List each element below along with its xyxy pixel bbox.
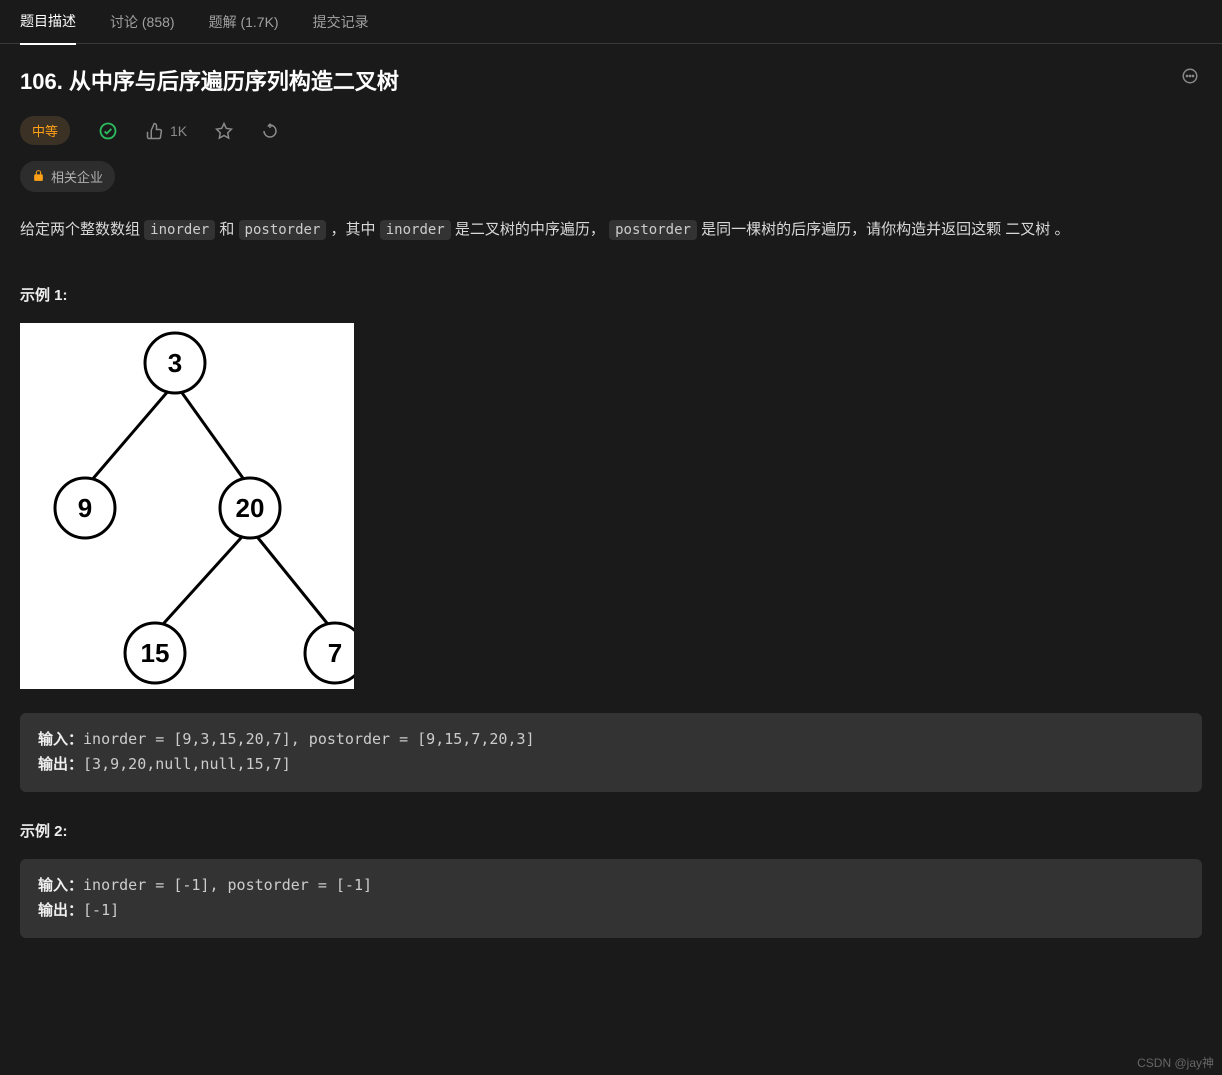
tree-diagram: 3 9 20 15 7 [20, 323, 354, 689]
tab-submissions[interactable]: 提交记录 [313, 0, 369, 44]
svg-text:9: 9 [78, 493, 92, 523]
svg-text:3: 3 [168, 348, 182, 378]
related-companies-label: 相关企业 [51, 167, 103, 186]
problem-content: 106. 从中序与后序遍历序列构造二叉树 中等 1K 相关企业 给定两个整数数组… [0, 44, 1222, 986]
lock-icon [32, 169, 45, 185]
tab-discussion[interactable]: 讨论 (858) [110, 0, 175, 44]
related-companies-button[interactable]: 相关企业 [20, 161, 115, 192]
share-button[interactable] [261, 122, 279, 140]
tab-solutions[interactable]: 题解 (1.7K) [209, 0, 279, 44]
code-inorder2: inorder [380, 220, 451, 240]
code-postorder2: postorder [609, 220, 697, 240]
more-icon[interactable] [1178, 64, 1202, 88]
like-count: 1K [170, 123, 187, 139]
problem-title: 106. 从中序与后序遍历序列构造二叉树 [20, 64, 399, 96]
like-button[interactable]: 1K [146, 122, 187, 140]
svg-text:15: 15 [141, 638, 170, 668]
svg-text:20: 20 [236, 493, 265, 523]
difficulty-badge: 中等 [20, 116, 70, 145]
favorite-button[interactable] [215, 122, 233, 140]
example1-label: 示例 1: [20, 284, 1202, 305]
check-icon[interactable] [98, 121, 118, 141]
example2-code: 输入：inorder = [-1], postorder = [-1] 输出：[… [20, 859, 1202, 938]
code-postorder: postorder [239, 220, 327, 240]
example1-code: 输入：inorder = [9,3,15,20,7], postorder = … [20, 713, 1202, 792]
tabs-bar: 题目描述 讨论 (858) 题解 (1.7K) 提交记录 [0, 0, 1222, 44]
code-inorder: inorder [144, 220, 215, 240]
watermark: CSDN @jay神 [1137, 1054, 1214, 1071]
problem-description: 给定两个整数数组 inorder 和 postorder ，其中 inorder… [20, 216, 1202, 244]
svg-text:7: 7 [328, 638, 342, 668]
meta-row: 中等 1K [20, 116, 1202, 145]
example2-label: 示例 2: [20, 820, 1202, 841]
tab-description[interactable]: 题目描述 [20, 0, 76, 45]
